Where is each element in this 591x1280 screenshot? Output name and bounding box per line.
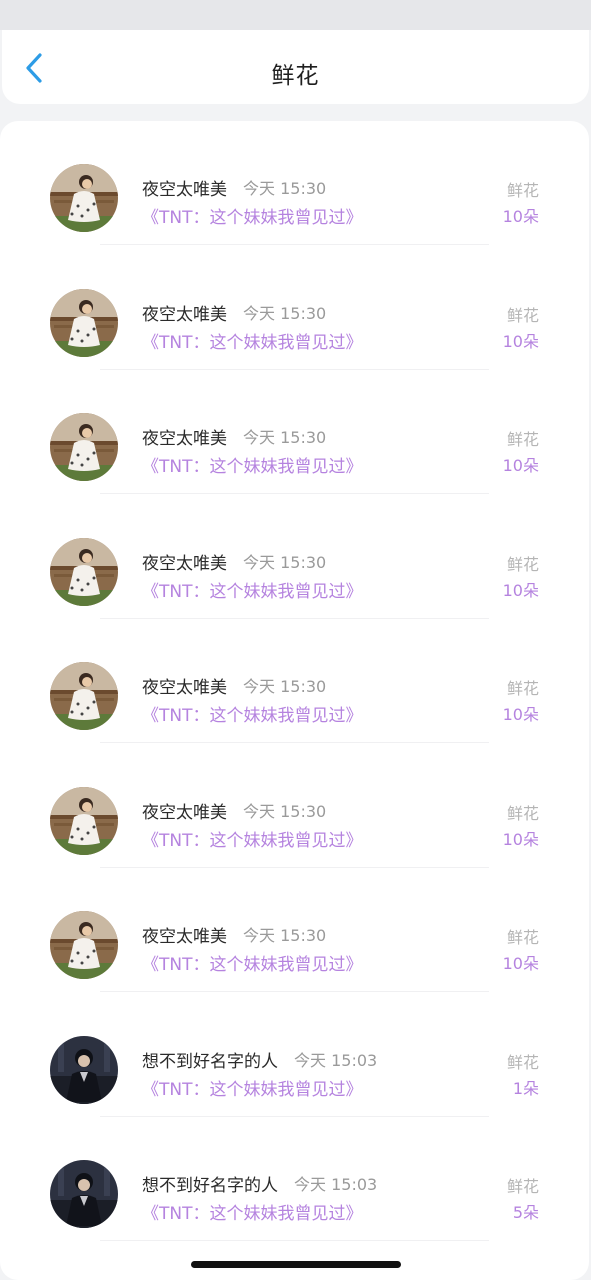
woman-avatar[interactable] (50, 537, 118, 606)
status-bar (0, 0, 591, 30)
send-time: 今天 15:30 (243, 179, 327, 198)
gift-type-label: 鲜花 (506, 803, 539, 823)
sender-name: 夜空太唯美 (142, 180, 227, 200)
sender-name: 夜空太唯美 (142, 927, 227, 947)
work-title-link[interactable]: 《TNT：这个妹妹我曾见过》 (142, 577, 363, 602)
gift-type-label: 鲜花 (506, 928, 539, 947)
woman-avatar-image (50, 786, 118, 855)
gift-count: 5朵 (512, 1203, 539, 1222)
gift-count: 10朵 (502, 207, 539, 226)
gift-count: 10朵 (502, 705, 539, 724)
gift-count: 10朵 (502, 954, 539, 973)
gift-type-label: 鲜花 (506, 305, 539, 325)
woman-avatar-image (50, 413, 118, 481)
work-title-link[interactable]: 《TNT：这个妹妹我曾见过》 (142, 826, 363, 851)
man-avatar[interactable] (50, 1035, 118, 1104)
home-indicator[interactable] (191, 1261, 401, 1268)
send-time: 今天 15:03 (294, 1050, 378, 1070)
woman-avatar-image (50, 537, 118, 606)
woman-avatar[interactable] (50, 911, 118, 979)
work-title-link[interactable]: 《TNT：这个妹妹我曾见过》 (142, 1075, 363, 1100)
send-time: 今天 15:30 (243, 303, 327, 323)
send-time: 今天 15:30 (243, 552, 327, 572)
sender-name: 夜空太唯美 (142, 678, 227, 698)
work-title-link[interactable]: 《TNT：这个妹妹我曾见过》 (142, 452, 363, 477)
sender-name: 夜空太唯美 (142, 553, 227, 574)
gift-row[interactable]: 夜空太唯美 今天 15:30 《TNT：这个妹妹我曾见过》 鲜花 10朵 (0, 744, 589, 868)
gift-count: 10朵 (502, 829, 539, 849)
gift-count: 10朵 (502, 580, 539, 600)
gift-type-label: 鲜花 (506, 1052, 539, 1072)
gift-row[interactable]: 夜空太唯美 今天 15:30 《TNT：这个妹妹我曾见过》 鲜花 10朵 (0, 619, 589, 743)
gift-type-label: 鲜花 (506, 554, 539, 574)
nav-header: 鲜花 (2, 30, 589, 104)
gift-count: 10朵 (502, 331, 539, 351)
send-time: 今天 15:30 (243, 801, 327, 821)
send-time: 今天 15:30 (243, 428, 327, 447)
work-title-link[interactable]: 《TNT：这个妹妹我曾见过》 (142, 328, 363, 353)
man-avatar[interactable] (50, 1160, 118, 1228)
gift-row[interactable]: 想不到好名字的人 今天 15:03 《TNT：这个妹妹我曾见过》 鲜花 5朵 (0, 1117, 589, 1241)
gift-count: 10朵 (502, 456, 539, 475)
woman-avatar[interactable] (50, 662, 118, 730)
sender-name: 想不到好名字的人 (142, 1051, 278, 1072)
woman-avatar-image (50, 911, 118, 979)
gift-row[interactable]: 想不到好名字的人 今天 15:03 《TNT：这个妹妹我曾见过》 鲜花 1朵 (0, 993, 589, 1117)
sender-name: 想不到好名字的人 (142, 1176, 278, 1196)
gift-type-label: 鲜花 (506, 181, 539, 200)
work-title-link[interactable]: 《TNT：这个妹妹我曾见过》 (142, 203, 363, 228)
woman-avatar[interactable] (50, 413, 118, 481)
man-avatar-image (50, 1035, 118, 1104)
woman-avatar-image (50, 662, 118, 730)
gift-row[interactable]: 夜空太唯美 今天 15:30 《TNT：这个妹妹我曾见过》 鲜花 10朵 (0, 495, 589, 619)
gift-type-label: 鲜花 (506, 1177, 539, 1196)
send-time: 今天 15:30 (243, 926, 327, 945)
gift-row[interactable]: 夜空太唯美 今天 15:30 《TNT：这个妹妹我曾见过》 鲜花 10朵 (0, 868, 589, 992)
woman-avatar[interactable] (50, 164, 118, 232)
gift-type-label: 鲜花 (506, 430, 539, 449)
row-divider (100, 1240, 489, 1241)
woman-avatar[interactable] (50, 786, 118, 855)
work-title-link[interactable]: 《TNT：这个妹妹我曾见过》 (142, 950, 363, 975)
woman-avatar-image (50, 164, 118, 232)
send-time: 今天 15:03 (294, 1175, 378, 1194)
gift-row[interactable]: 夜空太唯美 今天 15:30 《TNT：这个妹妹我曾见过》 鲜花 10朵 (0, 246, 589, 370)
work-title-link[interactable]: 《TNT：这个妹妹我曾见过》 (142, 1199, 363, 1224)
send-time: 今天 15:30 (243, 677, 327, 696)
gift-row[interactable]: 夜空太唯美 今天 15:30 《TNT：这个妹妹我曾见过》 鲜花 10朵 (0, 370, 589, 494)
gift-list-card: 夜空太唯美 今天 15:30 《TNT：这个妹妹我曾见过》 鲜花 10朵 夜空太… (0, 121, 589, 1280)
gift-count: 1朵 (512, 1078, 539, 1098)
sender-name: 夜空太唯美 (142, 802, 227, 823)
page-title: 鲜花 (271, 63, 320, 89)
man-avatar-image (50, 1160, 118, 1228)
work-title-link[interactable]: 《TNT：这个妹妹我曾见过》 (142, 701, 363, 726)
sender-name: 夜空太唯美 (142, 429, 227, 449)
gift-row[interactable]: 夜空太唯美 今天 15:30 《TNT：这个妹妹我曾见过》 鲜花 10朵 (0, 121, 589, 245)
woman-avatar[interactable] (50, 288, 118, 357)
gift-type-label: 鲜花 (506, 679, 539, 698)
woman-avatar-image (50, 288, 118, 357)
sender-name: 夜空太唯美 (142, 304, 227, 325)
